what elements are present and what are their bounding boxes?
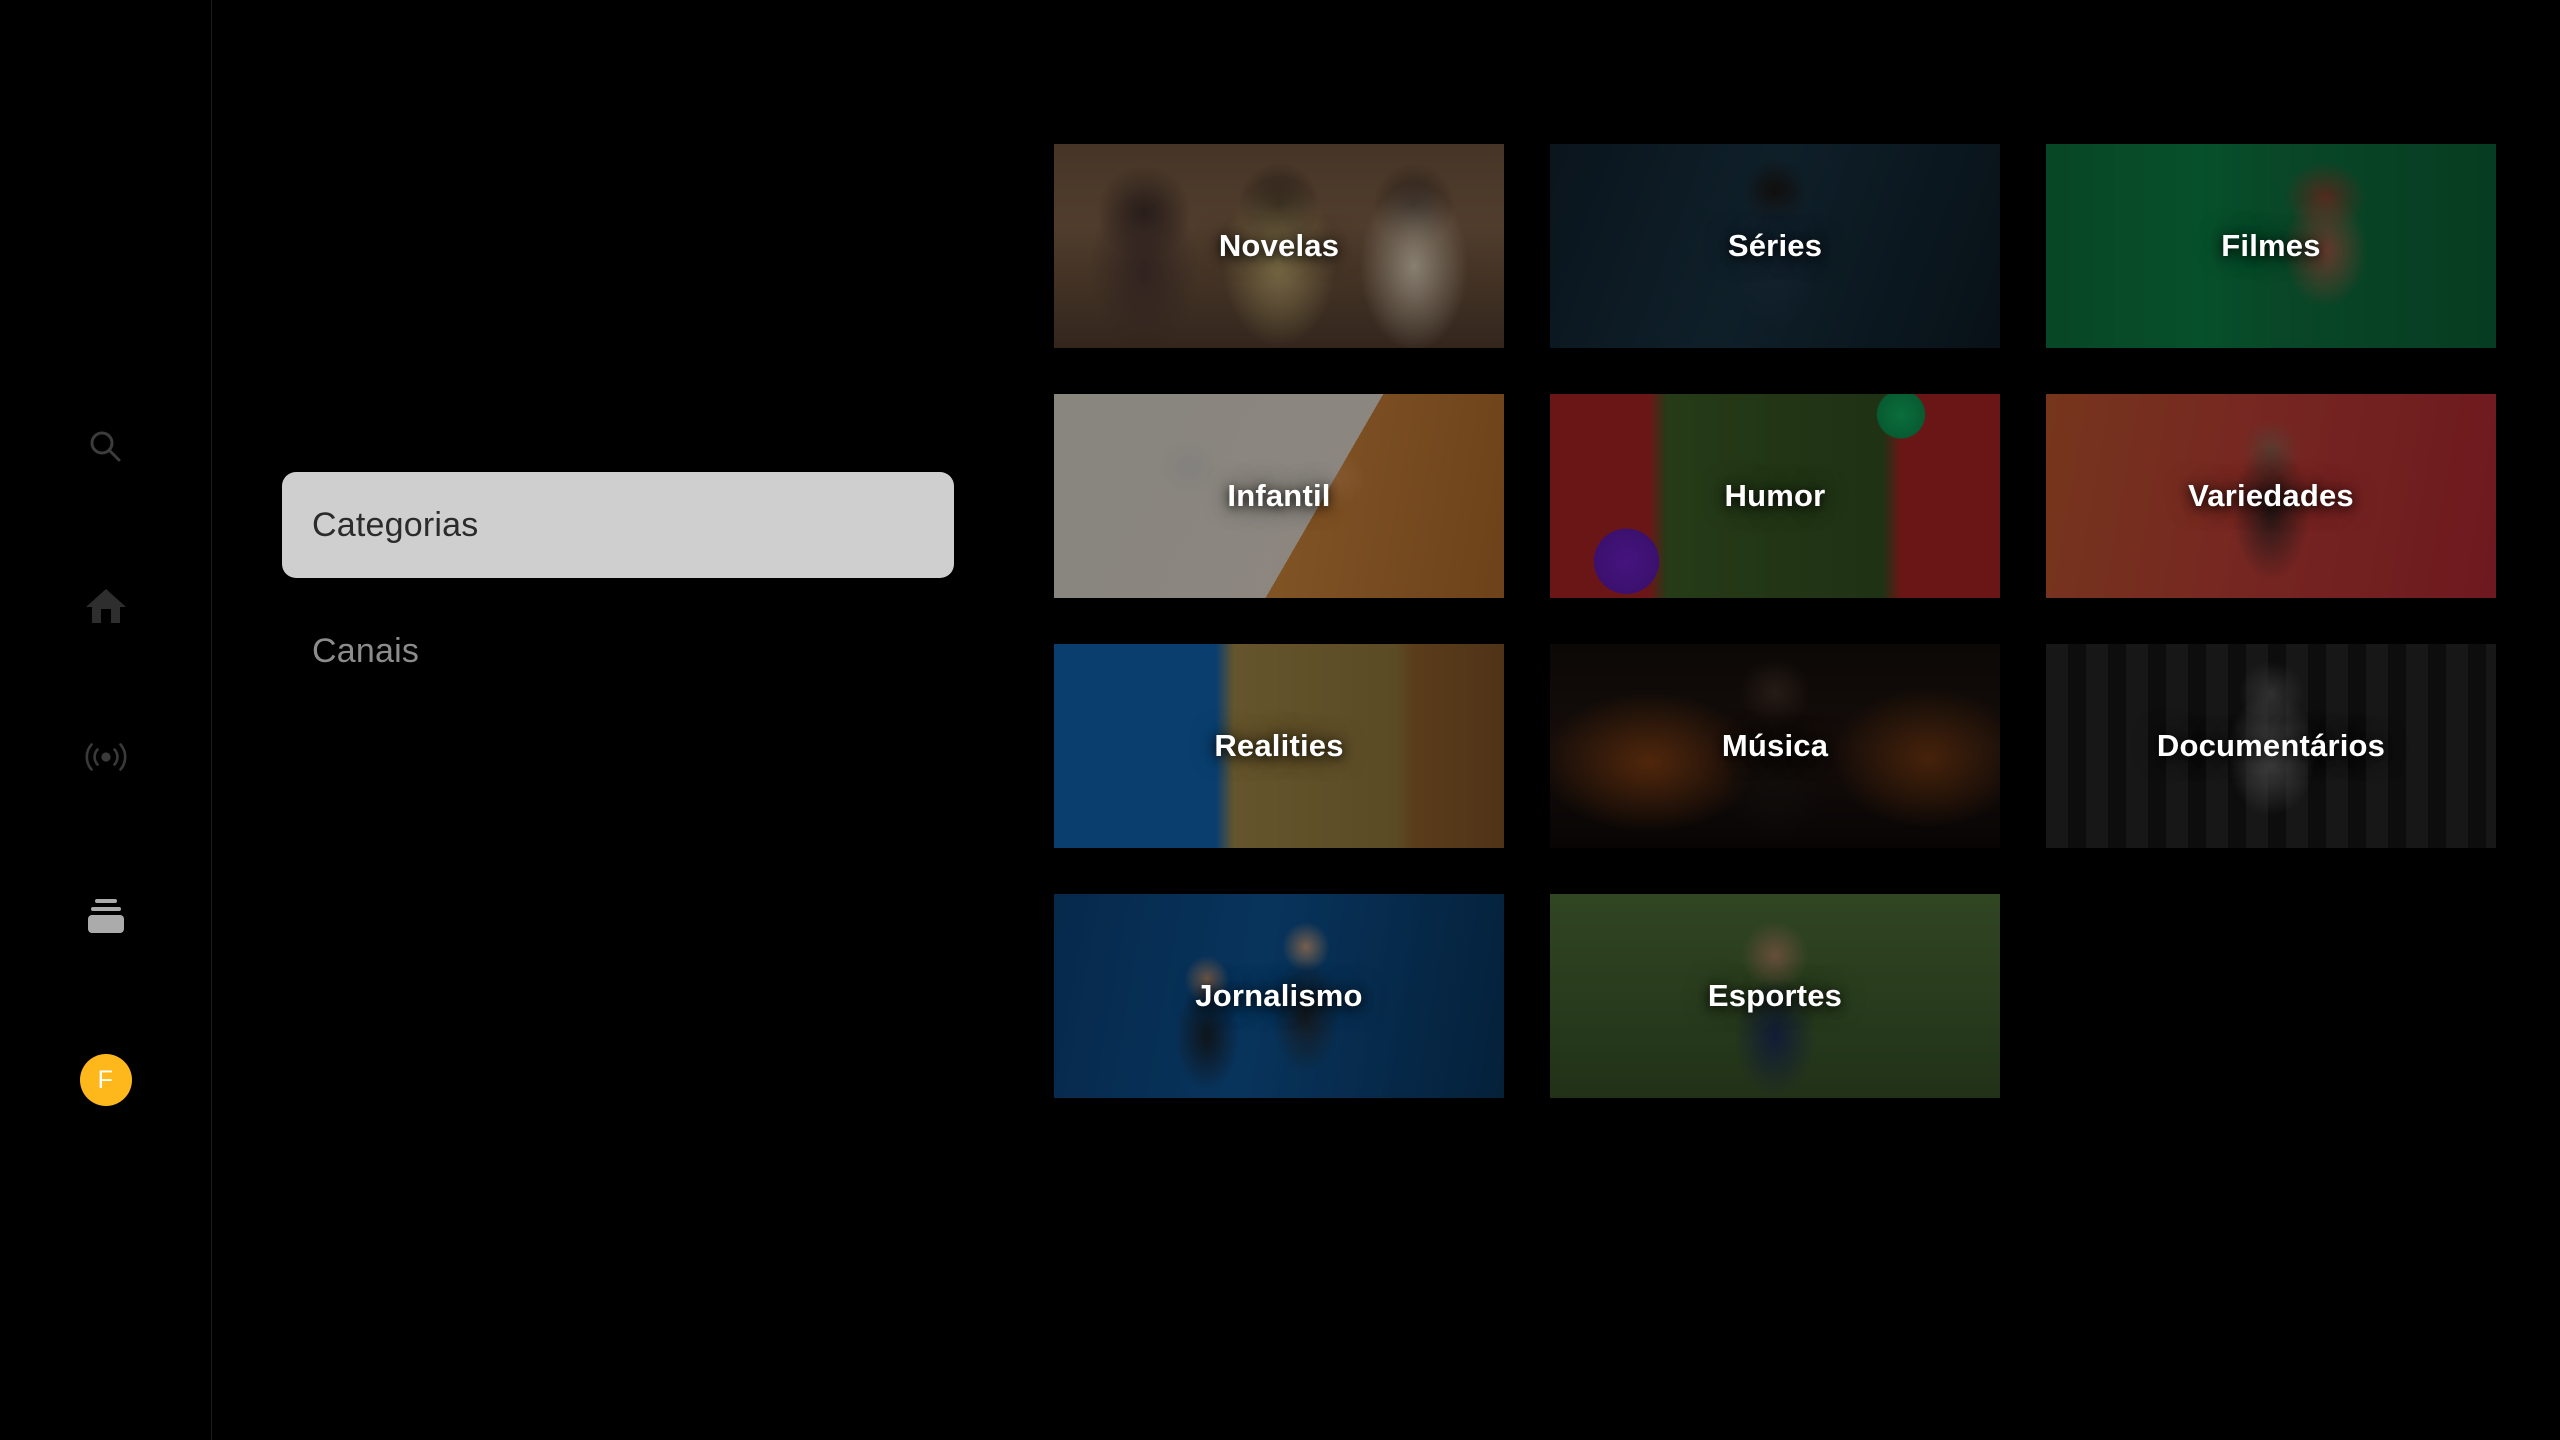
- avatar-initial: F: [97, 1065, 114, 1094]
- rail-item-home[interactable]: [0, 566, 211, 646]
- category-tile-realities[interactable]: Realities: [1054, 644, 1504, 848]
- category-tile-musica[interactable]: Música: [1550, 644, 2000, 848]
- tile-label: Jornalismo: [1195, 977, 1363, 1013]
- section-menu: Categorias Canais: [282, 472, 954, 724]
- stack-icon: [83, 895, 129, 937]
- tile-label: Novelas: [1218, 227, 1340, 263]
- rail-item-live[interactable]: [0, 717, 211, 797]
- category-tile-novelas[interactable]: Novelas: [1054, 144, 1504, 348]
- avatar: F: [79, 1054, 132, 1106]
- tile-label: Filmes: [2221, 227, 2321, 263]
- menu-item-label: Canais: [312, 631, 420, 670]
- menu-item-canais[interactable]: Canais: [282, 598, 954, 704]
- category-tile-variedades[interactable]: Variedades: [2046, 394, 2496, 598]
- home-icon: [84, 585, 128, 627]
- rail-item-profile[interactable]: F: [0, 1040, 211, 1120]
- tile-label: Realities: [1214, 727, 1344, 763]
- category-tile-filmes[interactable]: Filmes: [2046, 144, 2496, 348]
- broadcast-icon: [80, 737, 132, 777]
- tile-label: Variedades: [2188, 477, 2354, 513]
- rail-item-cards[interactable]: [0, 876, 211, 956]
- category-grid: Novelas Séries Filmes Infantil Humor Var…: [1054, 144, 2496, 1098]
- category-tile-esportes[interactable]: Esportes: [1550, 894, 2000, 1098]
- rail-item-search[interactable]: [0, 407, 211, 487]
- menu-item-categorias[interactable]: Categorias: [282, 472, 954, 578]
- left-icon-rail: F: [0, 0, 212, 1440]
- search-icon: [85, 426, 127, 468]
- category-tile-humor[interactable]: Humor: [1550, 394, 2000, 598]
- tile-label: Esportes: [1707, 977, 1843, 1013]
- category-tile-infantil[interactable]: Infantil: [1054, 394, 1504, 598]
- category-tile-documentarios[interactable]: Documentários: [2046, 644, 2496, 848]
- menu-item-label: Categorias: [312, 505, 479, 544]
- category-tile-jornalismo[interactable]: Jornalismo: [1054, 894, 1504, 1098]
- app-root: F Categorias Canais Novelas Séries Filme…: [0, 0, 2560, 1440]
- tile-label: Humor: [1724, 477, 1826, 513]
- tile-label: Infantil: [1227, 477, 1331, 513]
- tile-label: Documentários: [2156, 727, 2386, 763]
- tile-label: Séries: [1727, 227, 1823, 263]
- tile-label: Música: [1721, 727, 1829, 763]
- category-tile-series[interactable]: Séries: [1550, 144, 2000, 348]
